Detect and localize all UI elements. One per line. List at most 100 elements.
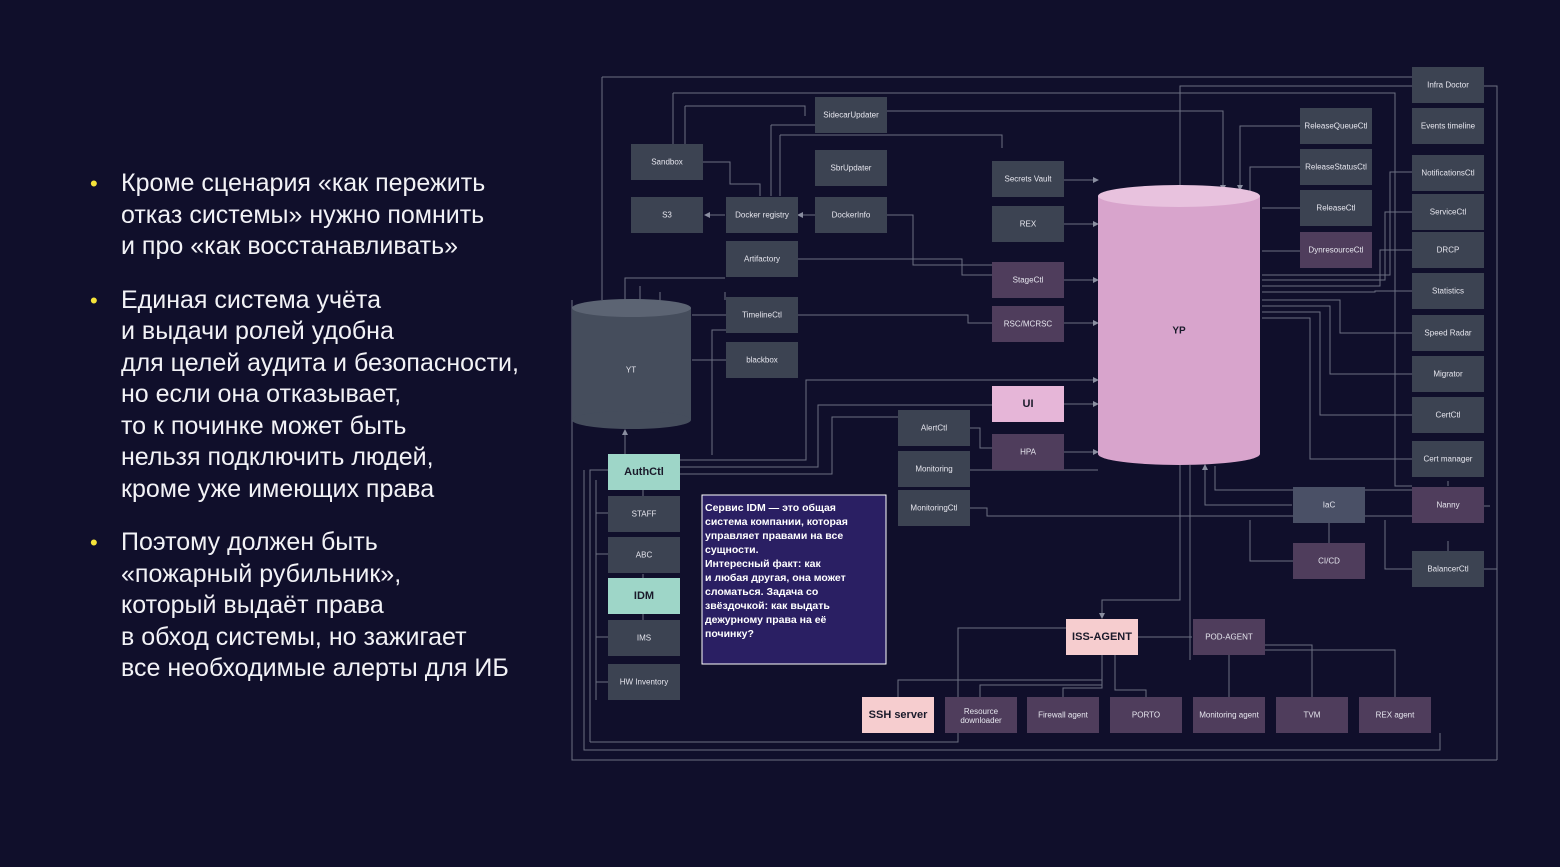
node-nanny: Nanny (1412, 487, 1484, 523)
svg-text:IaC: IaC (1323, 501, 1336, 510)
svg-text:Artifactory: Artifactory (744, 255, 780, 264)
svg-text:BalancerCtl: BalancerCtl (1427, 565, 1469, 574)
svg-text:DynresourceCtl: DynresourceCtl (1308, 246, 1363, 255)
node-pod-agent: POD-AGENT (1193, 619, 1265, 655)
yp-cylinder: YP (1098, 185, 1260, 465)
svg-text:NotificationsCtl: NotificationsCtl (1421, 169, 1475, 178)
svg-text:CI/CD: CI/CD (1318, 557, 1340, 566)
node-balancer-ctl: BalancerCtl (1412, 551, 1484, 587)
node-service-ctl: ServiceCtl (1412, 194, 1484, 230)
svg-text:Speed Radar: Speed Radar (1424, 329, 1471, 338)
node-docker-registry: Docker registry (726, 197, 798, 233)
node-iac: IaC (1293, 487, 1365, 523)
node-hw-inventory: HW Inventory (608, 664, 680, 700)
node-secrets-vault: Secrets Vault (992, 161, 1064, 197)
svg-text:IDM: IDM (634, 590, 654, 602)
node-notifications-ctl: NotificationsCtl (1412, 155, 1484, 191)
node-infra-doctor: Infra Doctor (1412, 67, 1484, 103)
svg-text:RSC/MCRSC: RSC/MCRSC (1004, 320, 1053, 329)
architecture-diagram: YT YP SidecarUpdater Sandbox SbrUpdater … (571, 67, 1498, 761)
node-ims: IMS (608, 620, 680, 656)
svg-text:Statistics: Statistics (1432, 287, 1464, 296)
svg-text:ReleaseStatusCtl: ReleaseStatusCtl (1305, 163, 1367, 172)
node-release-status-ctl: ReleaseStatusCtl (1300, 149, 1372, 185)
node-speed-radar: Speed Radar (1412, 315, 1484, 351)
node-rex: REX (992, 206, 1064, 242)
svg-text:ABC: ABC (636, 551, 653, 560)
node-timeline-ctl: TimelineCtl (726, 297, 798, 333)
svg-text:REX agent: REX agent (1376, 711, 1415, 720)
node-auth-ctl: AuthCtl (608, 454, 680, 490)
idm-note: Сервис IDM — это общая система компании, … (701, 494, 887, 665)
svg-text:DockerInfo: DockerInfo (832, 211, 871, 220)
node-release-ctl: ReleaseCtl (1300, 190, 1372, 226)
svg-text:HPA: HPA (1020, 448, 1037, 457)
node-migrator: Migrator (1412, 356, 1484, 392)
node-cert-ctl: CertCtl (1412, 397, 1484, 433)
svg-text:blackbox: blackbox (746, 356, 778, 365)
svg-text:POD-AGENT: POD-AGENT (1205, 633, 1253, 642)
svg-text:AuthCtl: AuthCtl (624, 466, 664, 478)
node-docker-info: DockerInfo (815, 197, 887, 233)
svg-text:ServiceCtl: ServiceCtl (1430, 208, 1467, 217)
svg-text:S3: S3 (662, 211, 672, 220)
svg-text:ISS-AGENT: ISS-AGENT (1072, 631, 1132, 643)
node-abc: ABC (608, 537, 680, 573)
node-iss-agent: ISS-AGENT (1066, 619, 1138, 655)
svg-text:Nanny: Nanny (1436, 501, 1459, 510)
node-sbr-updater: SbrUpdater (815, 150, 887, 186)
node-sandbox: Sandbox (631, 144, 703, 180)
node-blackbox: blackbox (726, 342, 798, 378)
svg-text:STAFF: STAFF (632, 510, 657, 519)
svg-text:Secrets Vault: Secrets Vault (1005, 175, 1053, 184)
node-monitoring-agent: Monitoring agent (1193, 697, 1265, 733)
node-monitoring-ctl: MonitoringCtl (898, 490, 970, 526)
node-stage-ctl: StageCtl (992, 262, 1064, 298)
node-sidecar-updater: SidecarUpdater (815, 97, 887, 133)
yt-cylinder: YT (572, 299, 691, 429)
node-cert-manager: Cert manager (1412, 441, 1484, 477)
node-release-queue-ctl: ReleaseQueueCtl (1300, 108, 1372, 144)
node-s3: S3 (631, 197, 703, 233)
node-statistics: Statistics (1412, 273, 1484, 309)
svg-text:Sandbox: Sandbox (651, 158, 683, 167)
svg-text:DRCP: DRCP (1437, 246, 1460, 255)
yp-label: YP (1172, 326, 1186, 337)
svg-text:ReleaseQueueCtl: ReleaseQueueCtl (1304, 122, 1367, 131)
svg-text:AlertCtl: AlertCtl (921, 424, 947, 433)
node-porto: PORTO (1110, 697, 1182, 733)
node-alert-ctl: AlertCtl (898, 410, 970, 446)
node-resource-downloader: Resource downloader (945, 697, 1017, 733)
node-dynresource-ctl: DynresourceCtl (1300, 232, 1372, 268)
node-events-timeline: Events timeline (1412, 108, 1484, 144)
node-rsc-mcrsc: RSC/MCRSC (992, 306, 1064, 342)
node-ui: UI (992, 386, 1064, 422)
svg-text:MonitoringCtl: MonitoringCtl (910, 504, 957, 513)
svg-text:REX: REX (1020, 220, 1037, 229)
node-cicd: CI/CD (1293, 543, 1365, 579)
node-tvm: TVM (1276, 697, 1348, 733)
node-rex-agent: REX agent (1359, 697, 1431, 733)
svg-text:Docker registry: Docker registry (735, 211, 789, 220)
svg-text:Monitoring: Monitoring (915, 465, 952, 474)
svg-text:SidecarUpdater: SidecarUpdater (823, 111, 879, 120)
svg-text:PORTO: PORTO (1132, 711, 1160, 720)
svg-text:Events timeline: Events timeline (1421, 122, 1476, 131)
svg-text:UI: UI (1023, 398, 1034, 410)
node-ssh-server: SSH server (862, 697, 934, 733)
svg-text:IMS: IMS (637, 634, 651, 643)
svg-text:Infra Doctor: Infra Doctor (1427, 81, 1469, 90)
svg-text:Monitoring agent: Monitoring agent (1199, 711, 1259, 720)
svg-text:Cert manager: Cert manager (1424, 455, 1473, 464)
svg-text:TVM: TVM (1304, 711, 1321, 720)
svg-text:HW Inventory: HW Inventory (620, 678, 668, 687)
svg-text:ReleaseCtl: ReleaseCtl (1316, 204, 1355, 213)
node-idm: IDM (608, 578, 680, 614)
resource-downloader-label: Resource downloader (960, 707, 1002, 725)
svg-text:Firewall agent: Firewall agent (1038, 711, 1089, 720)
svg-text:Migrator: Migrator (1433, 370, 1463, 379)
svg-text:TimelineCtl: TimelineCtl (742, 311, 782, 320)
svg-text:SbrUpdater: SbrUpdater (831, 164, 872, 173)
node-monitoring: Monitoring (898, 451, 970, 487)
node-staff: STAFF (608, 496, 680, 532)
